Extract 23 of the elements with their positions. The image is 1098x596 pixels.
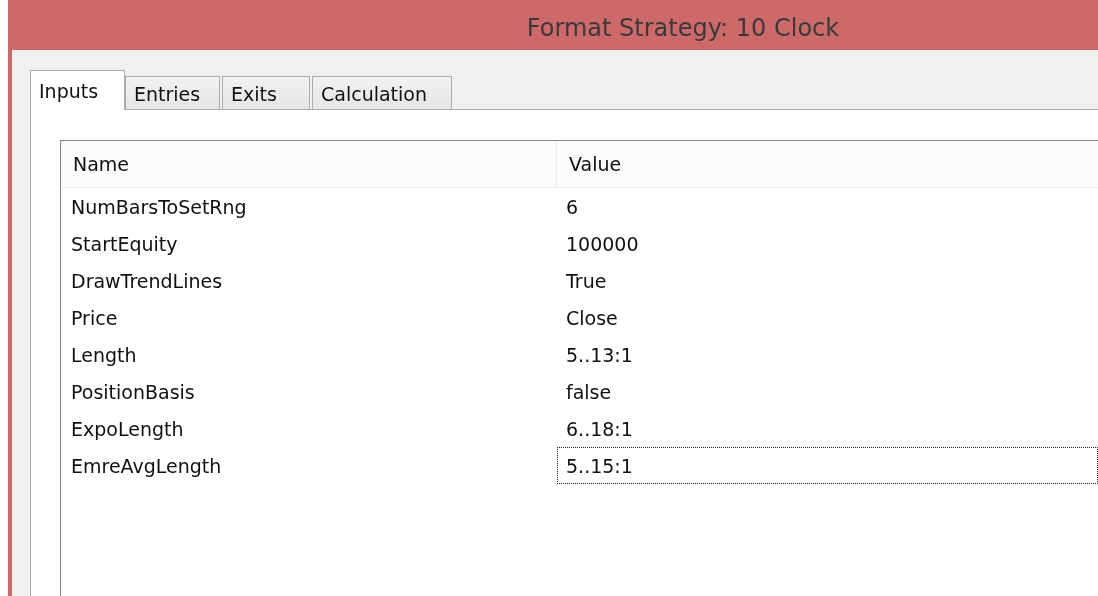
tab[interactable]: Calculation — [312, 76, 452, 110]
table-cell[interactable]: 5..13:1 — [557, 336, 1098, 373]
table-cell[interactable]: false — [557, 373, 1098, 410]
table-cell-text: ExpoLength — [70, 416, 185, 442]
column-header[interactable]: Value — [557, 141, 622, 187]
table-cell-text: EmreAvgLength — [70, 453, 223, 479]
tab[interactable]: Entries — [125, 76, 220, 110]
table-cell[interactable]: 6..18:1 — [557, 410, 1098, 447]
table-cell-text: Price — [70, 305, 119, 331]
table-cell[interactable]: 100000 — [557, 225, 1098, 262]
table-cell[interactable]: 5..15:1 — [557, 447, 1098, 484]
table-cell-text: DrawTrendLines — [70, 268, 224, 294]
window-title: Format Strategy: 10 Clock — [525, 12, 841, 44]
table-cell-text: Length — [70, 342, 138, 368]
table-cell-text: NumBarsToSetRng — [70, 194, 248, 220]
table-cell[interactable]: Close — [557, 299, 1098, 336]
table-cell[interactable]: True — [557, 262, 1098, 299]
table-cell[interactable]: 6 — [557, 188, 1098, 225]
column-header[interactable]: Name — [61, 141, 557, 187]
table-cell-text: StartEquity — [70, 231, 179, 257]
table-cell-text: PositionBasis — [70, 379, 196, 405]
tab[interactable]: Inputs — [30, 70, 125, 110]
tab[interactable]: Exits — [222, 76, 310, 110]
